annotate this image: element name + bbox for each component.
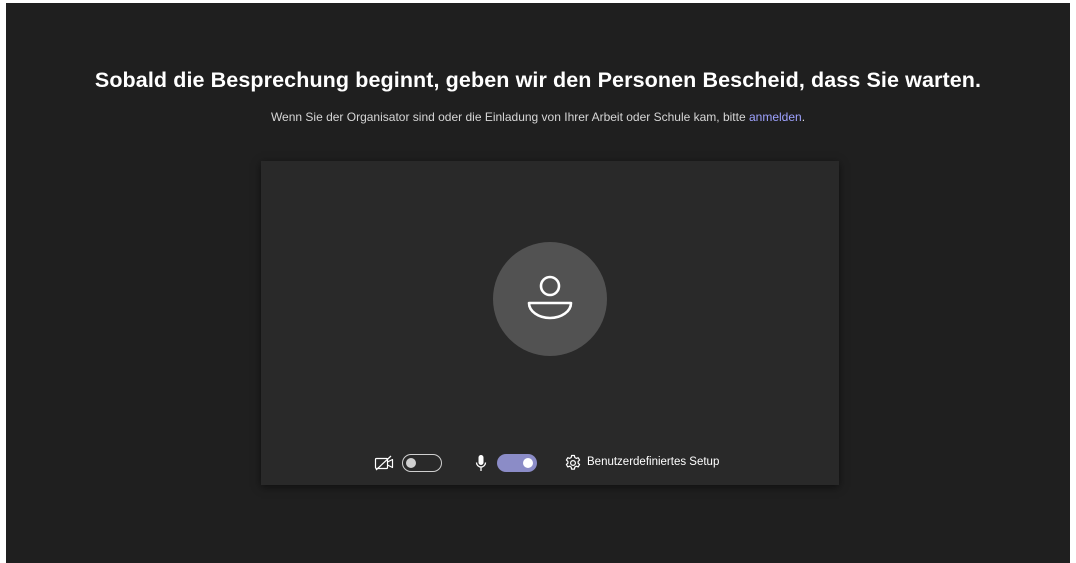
avatar	[493, 242, 607, 356]
camera-toggle[interactable]	[402, 454, 442, 472]
microphone-toggle[interactable]	[497, 454, 537, 472]
device-controls: Benutzerdefiniertes Setup	[261, 449, 839, 477]
subline-text: Wenn Sie der Organisator sind oder die E…	[270, 110, 749, 124]
microphone-icon	[475, 455, 487, 471]
custom-setup-button[interactable]: Benutzerdefiniertes Setup	[587, 456, 719, 468]
subline-end: .	[801, 110, 806, 124]
lobby-headline: Sobald die Besprechung beginnt, geben wi…	[94, 68, 982, 92]
lobby-subline: Wenn Sie der Organisator sind oder die E…	[0, 110, 1076, 124]
microphone-toggle-knob	[523, 458, 533, 468]
video-preview: Benutzerdefiniertes Setup	[261, 161, 839, 485]
signin-link[interactable]: anmelden	[749, 110, 802, 124]
gear-icon[interactable]	[564, 454, 582, 472]
person-icon	[527, 275, 573, 320]
video-off-icon	[374, 455, 394, 471]
camera-toggle-knob	[406, 457, 416, 468]
